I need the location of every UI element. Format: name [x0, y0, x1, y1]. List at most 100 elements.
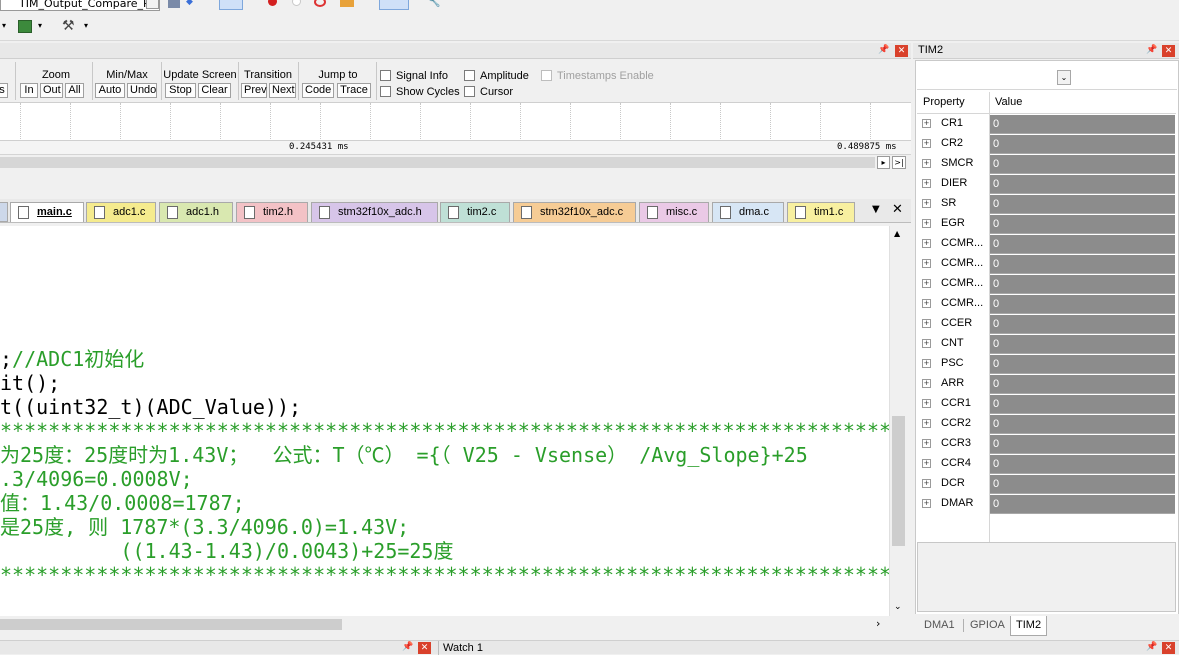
scroll-down-icon[interactable]: ⌄ — [894, 602, 902, 612]
register-row-cr1[interactable]: + CR1 0 — [918, 114, 1176, 134]
scroll-up-icon[interactable]: ▲ — [894, 229, 900, 238]
register-row-dier[interactable]: + DIER 0 — [918, 174, 1176, 194]
checkbox-box[interactable] — [380, 70, 391, 81]
code-button[interactable]: Code — [302, 83, 334, 98]
expand-icon[interactable]: + — [922, 399, 931, 408]
expand-icon[interactable]: + — [922, 159, 931, 168]
scroll-end-icon[interactable]: >| — [892, 156, 906, 169]
timestamps-enable-checkbox[interactable]: Timestamps Enable — [541, 70, 654, 82]
setup-button[interactable]: s — [0, 83, 8, 98]
stop-button[interactable]: Stop — [165, 83, 196, 98]
trace-button[interactable]: Trace — [337, 83, 371, 98]
register-row-ccmr1-input[interactable]: + CCMR... 0 — [918, 254, 1176, 274]
register-row-arr[interactable]: + ARR 0 — [918, 374, 1176, 394]
expand-icon[interactable]: + — [922, 419, 931, 428]
target-select[interactable]: TIM_Output_Compare_P — [0, 0, 160, 11]
peripheral-dropdown-icon[interactable]: ⌄ — [1057, 70, 1071, 85]
column-divider[interactable] — [989, 92, 990, 114]
wrench-icon[interactable]: 🔧 — [428, 0, 442, 8]
tab-tim2-h[interactable]: tim2.h — [236, 202, 308, 222]
expand-icon[interactable]: + — [922, 199, 931, 208]
tab-tim1-c[interactable]: tim1.c — [787, 202, 855, 222]
cursor-checkbox[interactable]: Cursor — [464, 86, 513, 98]
tab-tim2-c[interactable]: tim2.c — [440, 202, 510, 222]
pin-icon[interactable]: 📌 — [878, 45, 889, 55]
editor-vertical-scrollbar[interactable]: ▲ ⌄ — [889, 226, 906, 616]
tab-stm32f10x-adc-c[interactable]: stm32f10x_adc.c — [513, 202, 636, 222]
scrollbar-thumb[interactable] — [0, 157, 875, 168]
expand-icon[interactable]: + — [922, 479, 931, 488]
expand-icon[interactable]: + — [922, 359, 931, 368]
register-row-ccr3[interactable]: + CCR3 0 — [918, 434, 1176, 454]
next-button[interactable]: Next — [269, 83, 296, 98]
close-icon[interactable]: ✕ — [418, 642, 431, 654]
expand-icon[interactable]: + — [922, 139, 931, 148]
register-row-ccr2[interactable]: + CCR2 0 — [918, 414, 1176, 434]
register-row-ccr1[interactable]: + CCR1 0 — [918, 394, 1176, 414]
dropdown-arrow-icon[interactable]: ▾ — [38, 21, 42, 30]
diamond-icon[interactable]: ◆ — [186, 0, 198, 7]
settings-icon[interactable] — [340, 0, 354, 7]
dropdown-arrow-icon[interactable]: ▾ — [84, 21, 88, 30]
checkbox-box[interactable] — [464, 70, 475, 81]
register-row-dcr[interactable]: + DCR 0 — [918, 474, 1176, 494]
register-row-ccmr2-input[interactable]: + CCMR... 0 — [918, 294, 1176, 314]
expand-icon[interactable]: + — [922, 259, 931, 268]
expand-icon[interactable]: + — [922, 319, 931, 328]
pin-icon[interactable]: 📌 — [402, 642, 413, 652]
close-icon[interactable]: ✕ — [1162, 642, 1175, 654]
register-row-dmar[interactable]: + DMAR 0 — [918, 494, 1176, 514]
register-row-smcr[interactable]: + SMCR 0 — [918, 154, 1176, 174]
amplitude-checkbox[interactable]: Amplitude — [464, 70, 529, 82]
tab-main-c[interactable]: main.c — [10, 202, 84, 222]
kill-breakpoints-icon[interactable] — [314, 0, 326, 7]
tab-stm32f10x-adc-h[interactable]: stm32f10x_adc.h — [311, 202, 438, 222]
expand-icon[interactable]: + — [922, 499, 931, 508]
expand-icon[interactable]: + — [922, 279, 931, 288]
waveform-area[interactable] — [0, 102, 911, 141]
expand-icon[interactable]: + — [922, 219, 931, 228]
clear-button[interactable]: Clear — [198, 83, 231, 98]
scrollbar-thumb[interactable] — [0, 619, 342, 630]
tab-adc1-c[interactable]: adc1.c — [86, 202, 156, 222]
tab-list-dropdown-icon[interactable]: ▼ — [872, 204, 880, 215]
checkbox-box[interactable] — [380, 86, 391, 97]
breakpoint-icon[interactable] — [268, 0, 277, 6]
register-row-ccmr2-output[interactable]: + CCMR... 0 — [918, 274, 1176, 294]
expand-icon[interactable]: + — [922, 339, 931, 348]
target-select-arrow-icon[interactable] — [146, 0, 159, 9]
expand-icon[interactable]: + — [922, 119, 931, 128]
show-cycles-checkbox[interactable]: Show Cycles — [380, 86, 460, 98]
expand-icon[interactable]: + — [922, 239, 931, 248]
scroll-right-icon[interactable]: › — [876, 617, 880, 630]
register-row-ccr4[interactable]: + CCR4 0 — [918, 454, 1176, 474]
close-icon[interactable]: ✕ — [1162, 45, 1175, 57]
zoom-out-button[interactable]: Out — [40, 83, 63, 98]
debug-zoom-icon[interactable] — [219, 0, 243, 10]
register-row-cnt[interactable]: + CNT 0 — [918, 334, 1176, 354]
waveform-horizontal-scrollbar[interactable]: ▸ >| — [0, 154, 911, 170]
scrollbar-thumb[interactable] — [892, 416, 905, 546]
pin-icon[interactable]: 📌 — [1146, 45, 1157, 55]
tab-dma1[interactable]: DMA1 — [919, 616, 960, 636]
expand-icon[interactable]: + — [922, 179, 931, 188]
undo-button[interactable]: Undo — [127, 83, 157, 98]
dropdown-arrow-icon[interactable]: ▾ — [2, 21, 6, 30]
tab-tim2[interactable]: TIM2 — [1010, 616, 1048, 636]
close-icon[interactable]: ✕ — [895, 45, 908, 57]
register-row-ccmr1-output[interactable]: + CCMR... 0 — [918, 234, 1176, 254]
auto-button[interactable]: Auto — [95, 83, 125, 98]
register-row-ccer[interactable]: + CCER 0 — [918, 314, 1176, 334]
chip-icon[interactable] — [18, 20, 32, 33]
scroll-right-icon[interactable]: ▸ — [877, 156, 890, 169]
tab-dma-c[interactable]: dma.c — [712, 202, 784, 222]
tab-adc1-h[interactable]: adc1.h — [159, 202, 233, 222]
code-editor[interactable]: ;//ADC1初始化 it(); t((uint32_t)(ADC_Value)… — [0, 226, 889, 616]
register-row-egr[interactable]: + EGR 0 — [918, 214, 1176, 234]
pin-icon[interactable]: 📌 — [1146, 642, 1157, 652]
tools-icon[interactable]: ⚒ — [62, 18, 75, 34]
editor-horizontal-scrollbar[interactable]: › — [0, 616, 889, 633]
tab-partial[interactable] — [0, 202, 8, 222]
disable-breakpoint-icon[interactable] — [292, 0, 301, 6]
manage-project-icon[interactable] — [168, 0, 180, 8]
